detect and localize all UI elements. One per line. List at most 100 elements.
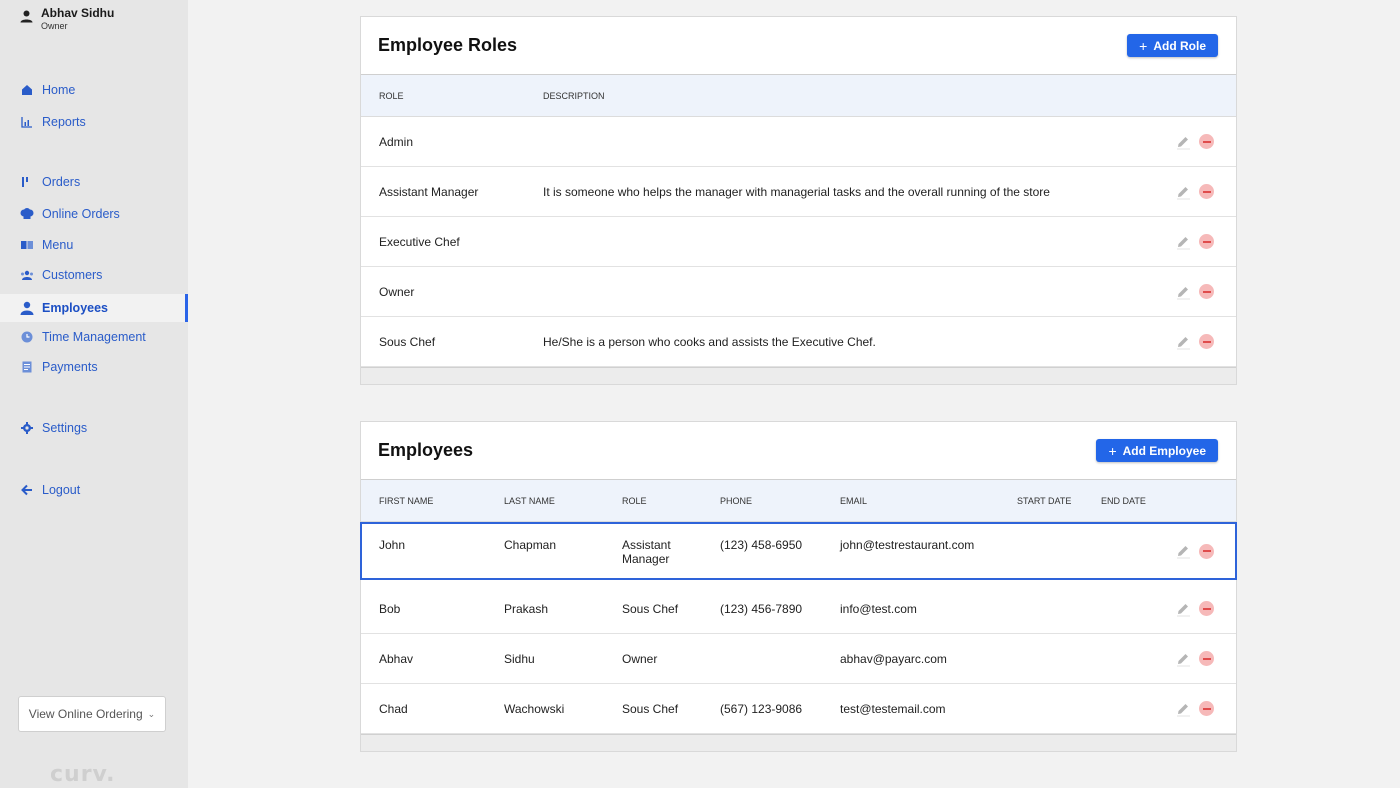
table-row[interactable]: Abhav Sidhu Owner abhav@payarc.com — [361, 634, 1236, 684]
table-row-selected[interactable]: John Chapman Assistant Manager (123) 458-… — [360, 522, 1237, 580]
table-row[interactable]: Chad Wachowski Sous Chef (567) 123-9086 … — [361, 684, 1236, 734]
customers-icon — [20, 268, 34, 282]
role-cell: Owner — [622, 651, 658, 666]
sidebar: Abhav Sidhu Owner Home Reports Orders On… — [0, 0, 188, 788]
sidebar-item-label: Employees — [42, 301, 109, 315]
roles-title: Employee Roles — [378, 35, 518, 55]
row-actions — [1175, 651, 1214, 667]
sidebar-item-label: Customers — [42, 268, 103, 282]
sidebar-item-logout[interactable]: Logout — [0, 476, 188, 504]
column-header-role: ROLE — [622, 495, 647, 506]
employees-card: Employees + Add Employee FIRST NAME LAST… — [360, 421, 1237, 752]
sidebar-item-label: Logout — [42, 483, 81, 497]
email-cell: john@testrestaurant.com — [840, 538, 975, 552]
role-cell: Sous Chef — [622, 601, 679, 616]
sidebar-item-label: Payments — [42, 360, 98, 374]
sidebar-item-customers[interactable]: Customers — [0, 261, 188, 289]
delete-icon[interactable] — [1199, 134, 1214, 149]
row-actions — [1175, 543, 1214, 559]
sidebar-item-menu[interactable]: Menu — [0, 231, 188, 259]
view-online-ordering-button[interactable]: View Online Ordering ⌄ — [18, 696, 166, 732]
delete-icon[interactable] — [1199, 334, 1214, 349]
delete-icon[interactable] — [1199, 234, 1214, 249]
role-line: Manager — [622, 552, 670, 566]
arrow-left-icon — [20, 483, 34, 497]
pencil-icon[interactable] — [1175, 334, 1191, 350]
delete-icon[interactable] — [1199, 543, 1214, 559]
pencil-icon[interactable] — [1175, 184, 1191, 200]
sidebar-item-label: Menu — [42, 238, 74, 252]
sidebar-item-time-management[interactable]: Time Management — [0, 323, 188, 351]
row-actions — [1175, 334, 1214, 350]
chevron-down-icon: ⌄ — [147, 708, 156, 719]
delete-icon[interactable] — [1199, 651, 1214, 666]
roles-table-footer — [361, 367, 1236, 384]
row-actions — [1175, 284, 1214, 300]
table-row[interactable]: Assistant Manager It is someone who help… — [361, 167, 1236, 217]
sidebar-item-label: Time Management — [42, 330, 146, 344]
add-role-button[interactable]: + Add Role — [1127, 34, 1218, 57]
roles-table-header: ROLE DESCRIPTION — [361, 75, 1236, 117]
role-cell: Assistant Manager — [622, 538, 671, 566]
table-row[interactable]: Sous Chef He/She is a person who cooks a… — [361, 317, 1236, 367]
row-actions — [1175, 234, 1214, 250]
add-employee-button[interactable]: + Add Employee — [1096, 439, 1218, 462]
table-row[interactable]: Owner — [361, 267, 1236, 317]
description-cell: He/She is a person who cooks and assists… — [543, 334, 876, 349]
phone-cell: (123) 458-6950 — [720, 538, 803, 552]
pencil-icon[interactable] — [1175, 234, 1191, 250]
pencil-icon[interactable] — [1175, 284, 1191, 300]
last-name-cell: Chapman — [504, 538, 557, 552]
role-line: Assistant — [622, 538, 671, 552]
pencil-icon[interactable] — [1175, 134, 1191, 150]
email-cell: test@testemail.com — [840, 701, 946, 716]
row-actions — [1175, 701, 1214, 717]
column-header-start-date: START DATE — [1017, 495, 1072, 506]
column-header-phone: PHONE — [720, 495, 753, 506]
column-header-role: ROLE — [379, 90, 404, 101]
delete-icon[interactable] — [1199, 701, 1214, 716]
employee-roles-card: Employee Roles + Add Role ROLE DESCRIPTI… — [360, 16, 1237, 385]
role-cell: Owner — [379, 284, 415, 299]
curv-logo: curv. — [50, 762, 116, 787]
role-cell: Executive Chef — [379, 234, 460, 249]
delete-icon[interactable] — [1199, 184, 1214, 199]
pencil-icon[interactable] — [1175, 701, 1191, 717]
menu-book-icon — [20, 238, 34, 252]
sidebar-item-home[interactable]: Home — [0, 76, 188, 104]
column-header-first-name: FIRST NAME — [379, 495, 434, 506]
delete-icon[interactable] — [1199, 601, 1214, 616]
sidebar-item-settings[interactable]: Settings — [0, 414, 188, 442]
delete-icon[interactable] — [1199, 284, 1214, 299]
pencil-icon[interactable] — [1175, 543, 1191, 559]
pencil-icon[interactable] — [1175, 651, 1191, 667]
sidebar-item-payments[interactable]: Payments — [0, 353, 188, 381]
sidebar-item-label: Reports — [42, 115, 86, 129]
last-name-cell: Wachowski — [504, 701, 565, 716]
first-name-cell: Bob — [379, 601, 401, 616]
sidebar-item-label: Online Orders — [42, 207, 120, 221]
pencil-icon[interactable] — [1175, 601, 1191, 617]
clock-icon — [20, 330, 34, 344]
description-cell: It is someone who helps the manager with… — [543, 184, 1050, 199]
employees-table-header: FIRST NAME LAST NAME ROLE PHONE EMAIL ST… — [361, 480, 1236, 522]
reports-icon — [20, 115, 34, 129]
row-actions — [1175, 184, 1214, 200]
sidebar-item-online-orders[interactable]: Online Orders — [0, 200, 188, 228]
table-row[interactable]: Bob Prakash Sous Chef (123) 456-7890 inf… — [361, 584, 1236, 634]
column-header-email: EMAIL — [840, 495, 868, 506]
table-row[interactable]: Executive Chef — [361, 217, 1236, 267]
table-row[interactable]: Admin — [361, 117, 1236, 167]
role-cell: Admin — [379, 134, 414, 149]
sidebar-item-orders[interactable]: Orders — [0, 168, 188, 196]
column-header-end-date: END DATE — [1101, 495, 1146, 506]
column-header-description: DESCRIPTION — [543, 90, 605, 101]
sidebar-item-employees[interactable]: Employees — [0, 294, 188, 322]
sidebar-item-reports[interactable]: Reports — [0, 108, 188, 136]
home-icon — [20, 83, 34, 97]
user-profile: Abhav Sidhu Owner — [20, 6, 114, 31]
sidebar-item-label: Home — [42, 83, 76, 97]
row-actions — [1175, 601, 1214, 617]
person-icon — [20, 10, 33, 23]
email-cell: info@test.com — [840, 601, 917, 616]
